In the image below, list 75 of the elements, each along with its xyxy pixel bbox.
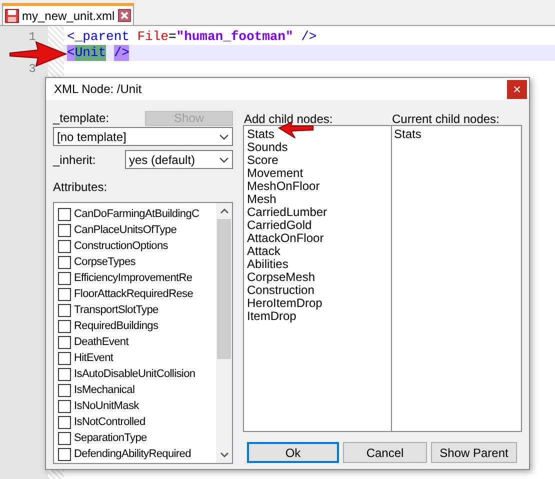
checkbox[interactable] [58,320,71,332]
attribute-label: ConstructionOptions [74,238,168,254]
checkbox[interactable] [58,416,71,428]
checkbox[interactable] [58,384,71,396]
line-number: 3 [28,61,36,77]
caret-icon [219,156,229,162]
list-item[interactable]: CorpseMesh [247,271,391,284]
checkbox[interactable] [58,352,71,364]
editor-tab[interactable]: my_new_unit.xml [2,3,134,25]
checkbox[interactable] [58,208,71,220]
attribute-label: TransportSlotType [74,302,158,318]
attributes-label: Attributes: [53,179,108,196]
checkbox[interactable] [58,256,71,268]
attribute-label: SeparationType [74,430,147,446]
list-item[interactable]: Movement [247,167,391,180]
line-number: 1 [28,29,36,45]
checkbox[interactable] [58,224,71,236]
checkbox[interactable] [58,336,71,348]
code-line: <_parent File="human_footman" /> [66,29,318,45]
list-item[interactable]: Stats [247,128,391,141]
attribute-label: IsNoUnitMask [74,398,139,414]
tab-label: my_new_unit.xml [22,8,115,24]
attribute-label: RequiredBuildings [74,318,158,334]
checkbox[interactable] [58,288,71,300]
scroll-up-icon[interactable] [220,208,228,214]
checkbox[interactable] [58,272,71,284]
dialog-title: XML Node: /Unit [54,81,142,98]
list-item[interactable]: Score [247,154,391,167]
checkbox[interactable] [58,240,71,252]
list-item[interactable]: Construction [247,284,391,297]
list-item[interactable]: CarriedGold [247,219,391,232]
template-label: _template: [53,110,110,127]
list-item[interactable]: AttackOnFloor [247,232,391,245]
scrollbar[interactable] [216,203,232,463]
dialog-button[interactable]: Cancel [343,442,427,463]
inherit-label: _inherit: [53,152,96,168]
scroll-thumb[interactable] [217,219,231,359]
add-child-nodes-label: Add child nodes: [243,111,334,124]
list-item[interactable]: Abilities [247,258,391,271]
checkbox[interactable] [58,432,71,444]
scroll-down-icon[interactable] [220,452,228,458]
template-dropdown[interactable]: [no template] [53,127,233,146]
attribute-label: EfficiencyImprovementRe [74,270,192,286]
dropdown-value: yes (default) [129,152,196,168]
list-item[interactable]: MeshOnFloor [247,180,391,193]
current-child-nodes-label: Current child nodes: [392,111,500,124]
attribute-label: HitEvent [74,350,114,366]
list-item[interactable]: ItemDrop [247,310,391,323]
list-item[interactable]: Sounds [247,141,391,154]
attribute-label: IsMechanical [74,382,135,398]
current-line-highlight: <Unit /> [64,45,555,61]
attribute-label: CorpseTypes [74,254,136,270]
caret-icon [219,134,229,140]
attribute-label: IsNotControlled [74,414,146,430]
list-item[interactable]: HeroItemDrop [247,297,391,310]
attribute-label: IsAutoDisableUnitCollision [74,366,196,382]
checkbox[interactable] [58,400,71,412]
list-item[interactable]: CarriedLumber [247,206,391,219]
checkbox[interactable] [58,448,71,460]
dialog-button[interactable]: Show Parent [431,442,517,463]
list-item[interactable]: Mesh [247,193,391,206]
attribute-label: DeathEvent [74,334,128,350]
attribute-label: FloorAttackRequiredRese [74,286,194,302]
attribute-label: CanPlaceUnitsOfType [74,222,177,238]
checkbox[interactable] [58,304,71,316]
close-icon[interactable] [118,9,131,22]
attribute-label: DefendingAbilityRequired [74,446,191,462]
list-item[interactable]: Stats [394,128,521,141]
dropdown-value: [no template] [57,128,126,146]
checkbox[interactable] [58,368,71,380]
attribute-label: CanDoFarmingAtBuildingC [74,206,200,222]
inherit-dropdown[interactable]: yes (default) [125,150,233,169]
list-item[interactable]: Attack [247,245,391,258]
dialog-button[interactable]: Ok [247,442,339,463]
close-button[interactable]: × [507,80,527,98]
